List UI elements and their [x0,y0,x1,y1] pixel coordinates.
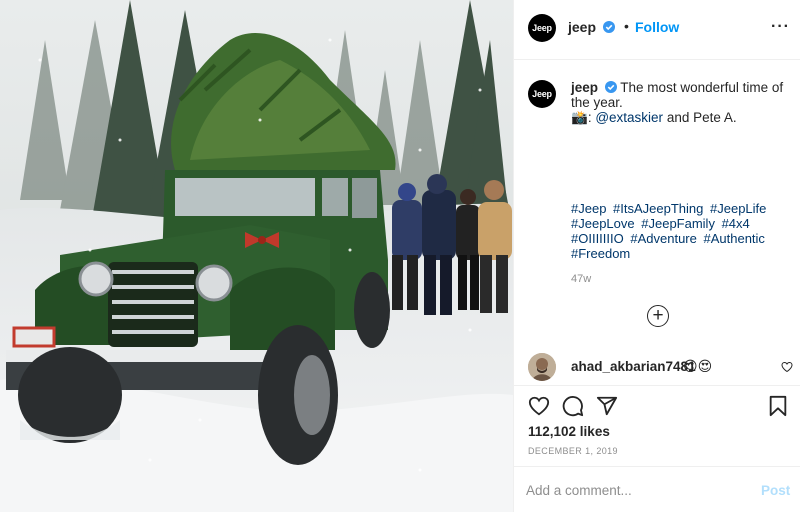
caption-body: The most wonderful time of the year. [571,80,784,110]
add-comment-bar: Post [514,466,800,512]
header-separator: • [624,18,629,34]
add-comment-input[interactable] [526,479,741,501]
commenter-username[interactable]: ahad_akbarian7481 [571,359,696,374]
jeep-christmas-tree-photo [0,0,513,512]
more-options-icon[interactable]: ··· [771,19,790,35]
instagram-post: Jeep jeep • Follow ··· Jeep jeep The mos… [0,0,800,512]
follow-button[interactable]: Follow [635,19,679,35]
comment-icon[interactable] [562,395,584,417]
heart-icon[interactable] [528,395,550,417]
commenter-avatar[interactable] [528,353,556,381]
comment-row: ahad_akbarian7481 😍😍 [528,353,793,383]
profile-avatar[interactable]: Jeep [528,14,556,42]
commenter-avatar-image [528,353,556,381]
caption-username[interactable]: jeep [571,80,598,95]
hashtag-link[interactable]: #Adventure [630,231,697,246]
load-more-icon[interactable]: + [647,305,669,327]
header-username-text[interactable]: jeep [568,19,596,35]
hashtag-link[interactable]: #JeepLife [710,201,766,216]
post-actions: 112,102 likes DECEMBER 1, 2019 [514,385,800,465]
post-photo[interactable] [0,0,513,512]
caption-text-block: jeep The most wonderful time of the year… [571,80,786,125]
post-comment-button[interactable]: Post [761,483,790,498]
credit-rest: and Pete A. [663,110,737,125]
post-date[interactable]: DECEMBER 1, 2019 [528,446,618,456]
verified-badge-icon [604,81,617,93]
hashtag-link[interactable]: #Jeep [571,201,606,216]
bookmark-icon[interactable] [768,395,788,417]
caption-time-ago[interactable]: 47w [571,273,591,285]
hashtag-list: #Jeep #ItsAJeepThing #JeepLife #JeepLove… [571,201,789,261]
comment-heart-icon[interactable] [781,361,793,373]
post-header: Jeep jeep • Follow ··· [514,0,800,60]
caption-avatar[interactable]: Jeep [528,80,556,108]
post-side-panel: Jeep jeep • Follow ··· Jeep jeep The mos… [513,0,800,512]
header-username[interactable]: jeep [568,19,615,35]
likes-count[interactable]: 112,102 likes [528,424,610,439]
share-icon[interactable] [596,395,618,417]
verified-badge-icon [602,21,615,33]
comment-text: 😍😍 [683,358,713,374]
hashtag-link[interactable]: #4x4 [722,216,750,231]
hashtag-link[interactable]: #JeepLove [571,216,635,231]
hashtag-link[interactable]: #Authentic [704,231,765,246]
camera-emoji: 📸 [571,110,588,125]
hashtag-link[interactable]: #OIIIIIIIO [571,231,624,246]
mention-link[interactable]: @extaskier [595,110,663,125]
hashtag-link[interactable]: #JeepFamily [641,216,715,231]
hashtag-link[interactable]: #Freedom [571,246,630,261]
hashtag-link[interactable]: #ItsAJeepThing [613,201,703,216]
